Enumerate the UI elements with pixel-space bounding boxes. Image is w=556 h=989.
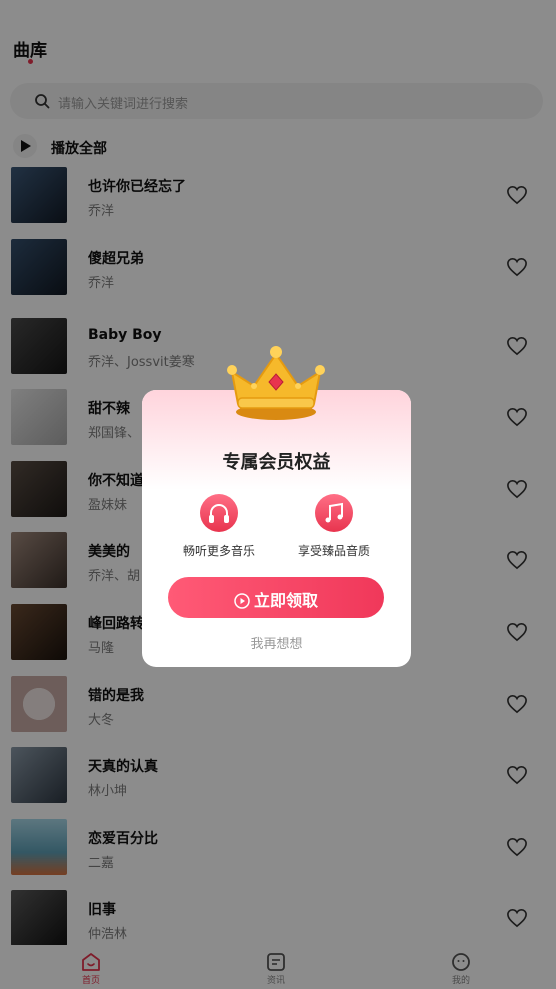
benefit-label: 畅听更多音乐 — [182, 544, 255, 558]
vip-benefits-dialog: 专属会员权益 畅听更多音乐 享受臻品音质 立即领取 我再想想 — [142, 346, 411, 667]
dismiss-link[interactable]: 我再想想 — [142, 633, 411, 652]
music-note-icon — [315, 494, 353, 532]
benefit-more-music: 畅听更多音乐 — [164, 494, 274, 559]
benefit-quality: 享受臻品音质 — [279, 494, 389, 559]
dialog-title: 专属会员权益 — [222, 452, 331, 473]
benefit-label: 享受臻品音质 — [297, 544, 370, 558]
claim-now-button[interactable]: 立即领取 — [168, 577, 384, 618]
claim-now-label: 立即领取 — [253, 591, 318, 610]
play-circle-icon — [234, 593, 250, 609]
claim-now-content: 立即领取 — [168, 587, 384, 611]
crown-icon — [227, 346, 325, 420]
headphones-icon — [200, 494, 238, 532]
